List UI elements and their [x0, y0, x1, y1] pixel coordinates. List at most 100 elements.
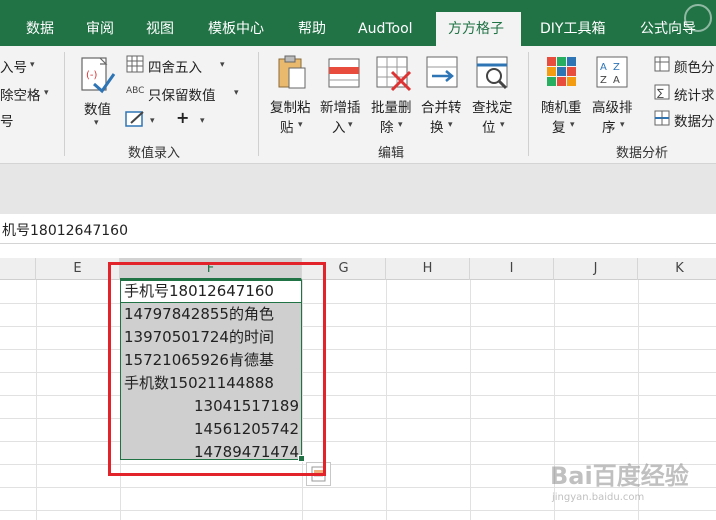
grid-line	[0, 441, 716, 442]
svg-text:(-): (-)	[86, 70, 98, 81]
chevron-down-icon: ▾	[500, 120, 505, 130]
delete-grid-icon	[376, 56, 412, 92]
grid-line	[0, 510, 716, 511]
tab-view[interactable]: 视图	[134, 12, 186, 46]
round-button-label: 四舍五入	[148, 60, 202, 76]
merge-convert-label-1: 合并转	[421, 100, 462, 116]
find-locate-label-2: 位	[482, 120, 496, 136]
grid-line	[0, 303, 716, 304]
tab-data[interactable]: 数据	[14, 12, 66, 46]
copy-paste-label-1: 复制粘	[270, 100, 311, 116]
cell-f1[interactable]: 手机号18012647160	[124, 280, 274, 303]
find-locate-label-1: 查找定	[472, 100, 513, 116]
color-split-label: 颜色分	[674, 60, 715, 76]
chevron-down-icon[interactable]: ▾	[200, 116, 205, 126]
abc-icon: ABC	[126, 86, 145, 96]
keep-value-button-label: 只保留数值	[148, 88, 216, 104]
grid-line	[36, 280, 37, 520]
insert-label-2: 入	[332, 120, 346, 136]
clipboard-icon	[278, 55, 306, 89]
advanced-sort-label-1: 高级排	[592, 100, 633, 116]
formula-bar[interactable]: 机号18012647160	[0, 214, 716, 244]
quick-analysis-button[interactable]	[306, 462, 331, 486]
column-header-partial[interactable]	[0, 258, 36, 280]
chevron-down-icon[interactable]: ▾	[150, 116, 155, 126]
ribbon-collapsed-area	[0, 164, 716, 214]
stat-summary-label: 统计求	[674, 88, 715, 104]
group-label-numeric-entry: 数值录入	[128, 146, 181, 161]
group-label-data-analysis: 数据分析	[616, 146, 669, 161]
group-separator	[64, 52, 65, 156]
column-header-e[interactable]: E	[36, 258, 120, 280]
merge-convert-label-2: 换	[430, 120, 444, 136]
ribbon-panel: 入号 除空格 号 ▾ ▾ (-) 数值 ▾ 四舍五入 ▾ ABC 只保留数值 ▾…	[0, 46, 716, 164]
column-header-g[interactable]: G	[302, 258, 386, 280]
batch-delete-label-2: 除	[380, 120, 394, 136]
sort-az-icon: A Z Z A	[596, 56, 628, 88]
chevron-down-icon[interactable]: ▾	[44, 88, 49, 98]
svg-text:Z: Z	[613, 62, 620, 73]
chevron-down-icon: ▾	[220, 60, 225, 70]
cell-f3[interactable]: 13970501724的时间	[124, 326, 274, 349]
column-header-i[interactable]: I	[470, 258, 554, 280]
merge-arrows-icon	[426, 56, 458, 88]
advanced-sort-label-2: 序	[602, 120, 616, 136]
find-magnifier-icon	[476, 56, 508, 90]
copy-paste-label-2: 贴	[280, 120, 294, 136]
insert-rows-icon	[328, 58, 360, 88]
svg-text:A: A	[600, 62, 607, 73]
cell-f7[interactable]: 14561205742	[120, 418, 299, 441]
column-header-f[interactable]: F	[120, 258, 302, 280]
column-header-k[interactable]: K	[638, 258, 716, 280]
ribbon-tab-bar: 数据 审阅 视图 模板中心 帮助 AudTool 方方格子 DIY工具箱 公式向…	[0, 0, 716, 46]
edit-pencil-icon[interactable]	[125, 110, 147, 128]
svg-text:Z: Z	[600, 75, 607, 86]
cell-f2[interactable]: 14797842855的角色	[124, 303, 274, 326]
chevron-down-icon: ▾	[298, 120, 303, 130]
cell-f6[interactable]: 13041517189	[120, 395, 299, 418]
color-blocks-icon	[547, 57, 576, 86]
ribbon-left-item-1[interactable]: 入号	[0, 56, 27, 76]
cell-f8[interactable]: 14789471474	[120, 441, 299, 464]
group-separator	[528, 52, 529, 156]
document-check-icon: (-)	[81, 57, 116, 94]
cell-f5[interactable]: 手机数15021144888	[124, 372, 274, 395]
tab-review[interactable]: 审阅	[74, 12, 126, 46]
cell-f4[interactable]: 15721065926肯德基	[124, 349, 274, 372]
random-repeat-label-1: 随机重	[541, 100, 582, 116]
quick-analysis-icon	[311, 466, 326, 482]
column-header-j[interactable]: J	[554, 258, 638, 280]
group-label-edit: 编辑	[378, 146, 405, 161]
column-header-h[interactable]: H	[386, 258, 470, 280]
grid-table-icon	[126, 55, 144, 73]
random-repeat-label-2: 复	[552, 120, 566, 136]
logo-icon	[684, 4, 712, 32]
formula-bar-content[interactable]: 机号18012647160	[2, 220, 128, 240]
column-header-row: E F G H I J K	[0, 258, 716, 280]
tab-template-center[interactable]: 模板中心	[196, 12, 276, 46]
ribbon-left-item-2[interactable]: 除空格	[0, 84, 41, 104]
ribbon-left-item-3[interactable]: 号	[0, 110, 14, 130]
grid-line	[386, 280, 387, 520]
tab-diy-toolbox[interactable]: DIY工具箱	[528, 12, 617, 46]
chevron-down-icon: ▾	[398, 120, 403, 130]
chevron-down-icon: ▾	[620, 120, 625, 130]
grid-line	[302, 280, 303, 520]
insert-label-1: 新增插	[320, 100, 361, 116]
spacer	[0, 244, 716, 258]
plus-button[interactable]: +	[176, 108, 189, 127]
chevron-down-icon: ▾	[94, 118, 99, 128]
fill-handle[interactable]	[298, 455, 305, 462]
tab-fangfang-gezi[interactable]: 方方格子	[436, 12, 521, 46]
data-split-label: 数据分	[674, 114, 715, 130]
tab-audtool[interactable]: AudTool	[346, 12, 425, 46]
chevron-down-icon[interactable]: ▾	[30, 60, 35, 70]
tab-help[interactable]: 帮助	[286, 12, 338, 46]
watermark-logo: Bai百度经验	[550, 462, 689, 490]
chevron-down-icon: ▾	[570, 120, 575, 130]
group-separator	[258, 52, 259, 156]
table-icon	[654, 56, 670, 72]
grid-line	[470, 280, 471, 520]
grid-line	[0, 395, 716, 396]
grid-line	[0, 418, 716, 419]
